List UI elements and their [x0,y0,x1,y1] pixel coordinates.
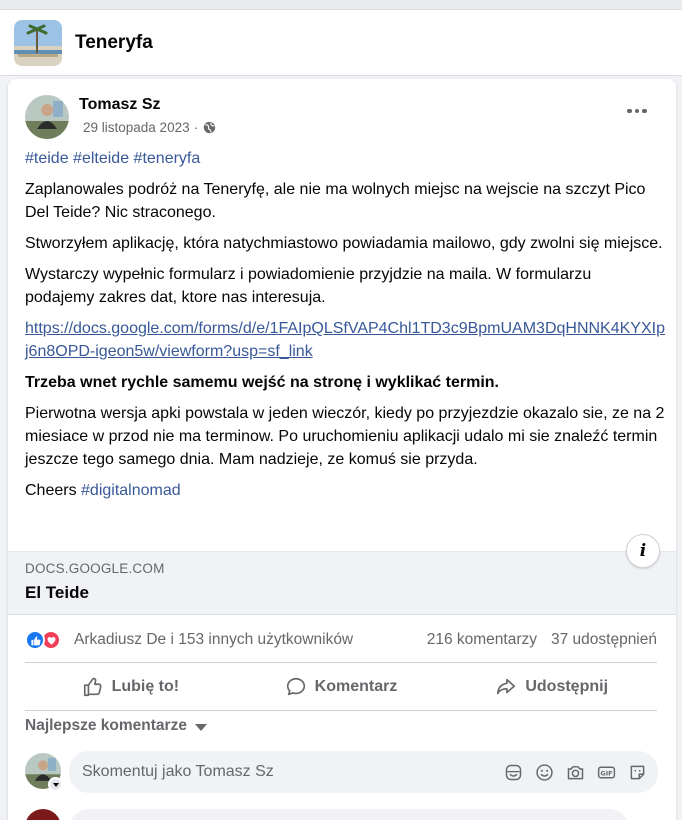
hashtags-line: #teide #elteide #teneryfa [25,147,665,170]
post-bold-paragraph: Trzeba wnet rychle samemu wejść na stron… [25,374,499,391]
hashtag-teide[interactable]: #teide [25,150,69,167]
next-comment-avatar[interactable] [25,809,61,820]
meta-separator: · [193,120,199,135]
post-paragraph: Stworzyłem aplikację, która natychmiasto… [25,235,663,252]
info-icon[interactable]: i [626,534,660,568]
closing-line: Cheers #digitalnomad [25,479,665,502]
next-comment-bubble [69,809,629,820]
like-reaction-icon [25,630,45,650]
more-icon[interactable] [622,101,652,121]
comment-sort-dropdown[interactable]: Najlepsze komentarze [25,717,207,735]
camera-icon[interactable] [565,762,586,783]
comment-sort-label: Najlepsze komentarze [25,717,187,734]
thumbs-up-icon [83,677,102,697]
hashtag-teneryfa[interactable]: #teneryfa [134,150,201,167]
profile-switch-icon[interactable] [48,777,63,792]
comment-tools: GIF [503,762,648,783]
like-label: Lubię to! [111,678,180,695]
post-paragraph: Wystarczy wypełnic formularz i powiadomi… [25,266,592,306]
globe-icon [203,121,216,134]
comments-count[interactable]: 216 komentarzy [427,631,537,649]
author-avatar[interactable] [25,95,69,139]
group-name[interactable]: Teneryfa [75,32,153,54]
post-date[interactable]: 29 listopada 2023 [83,120,190,135]
link-title[interactable]: El Teide [25,583,89,603]
post-body: #teide #elteide #teneryfa Zaplanowales p… [25,147,665,510]
comment-placeholder: Skomentuj jako Tomasz Sz [82,763,274,780]
post-card: Tomasz Sz 29 listopada 2023 · #teide #el… [8,79,676,820]
comment-button[interactable]: Komentarz [236,667,447,707]
share-button[interactable]: Udostępnij [446,667,657,707]
reaction-icons[interactable] [25,630,65,650]
sticker-icon[interactable] [503,762,524,783]
reactions-bar: Arkadiusz De i 153 innych użytkowników 2… [25,628,657,652]
hashtag-elteide[interactable]: #elteide [73,150,129,167]
post-paragraph: Pierwotna wersja apki powstala w jeden w… [25,405,665,468]
group-header: Teneryfa [0,10,682,76]
post-paragraph: Zaplanowales podróż na Teneryfę, ale nie… [25,181,646,221]
form-link[interactable]: https://docs.google.com/forms/d/e/1FAIpQ… [25,320,665,360]
comment-label: Komentarz [314,678,398,695]
like-button[interactable]: Lubię to! [25,667,236,707]
author-name[interactable]: Tomasz Sz [79,96,161,114]
emoji-icon[interactable] [534,762,555,783]
link-domain: DOCS.GOOGLE.COM [25,561,165,576]
comment-input[interactable]: Skomentuj jako Tomasz Sz GIF [69,751,658,793]
gif-icon[interactable]: GIF [596,762,617,783]
chevron-down-icon [194,723,207,731]
share-icon [497,678,516,695]
closing-word: Cheers [25,482,77,499]
avatar-sticker-icon[interactable] [627,762,648,783]
divider [25,710,657,711]
group-thumbnail[interactable] [14,19,62,66]
comment-icon [286,677,305,696]
post-actions: Lubię to! Komentarz Udostępnij [25,667,657,707]
divider [25,662,657,663]
hashtag-digitalnomad[interactable]: #digitalnomad [81,482,181,499]
share-label: Udostępnij [525,678,609,695]
shares-count[interactable]: 37 udostępnień [551,631,657,649]
top-strip [0,0,682,10]
reaction-names[interactable]: Arkadiusz De i 153 innych użytkowników [74,631,353,649]
svg-text:GIF: GIF [600,769,612,777]
post-meta: 29 listopada 2023 · [83,120,216,135]
